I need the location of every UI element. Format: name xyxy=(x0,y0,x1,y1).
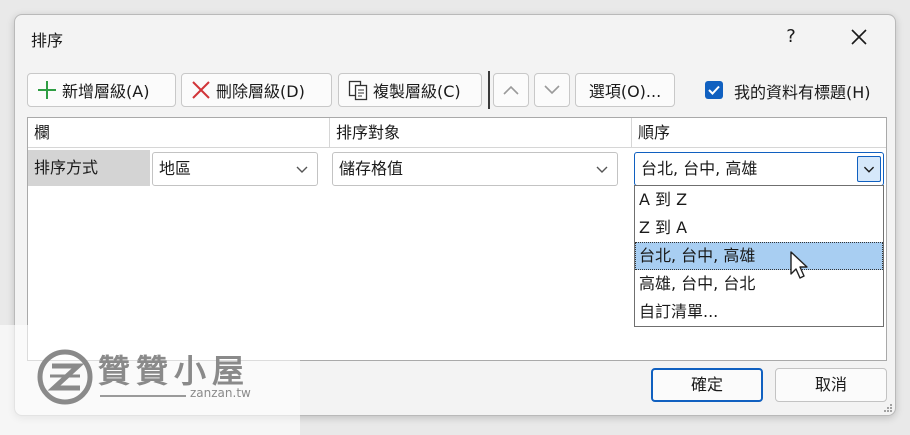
sort-on-select-value: 儲存格值 xyxy=(339,159,404,178)
options-label: 選項(O)... xyxy=(588,82,662,101)
checkmark-icon xyxy=(708,85,720,95)
title-bar: 排序 ? xyxy=(15,15,895,59)
order-select[interactable]: 台北, 台中, 高雄 xyxy=(634,152,884,186)
move-up-button[interactable] xyxy=(493,73,529,107)
copy-level-button[interactable]: 複製層級(C) xyxy=(338,73,482,107)
delete-level-button[interactable]: 刪除層級(D) xyxy=(181,73,332,107)
close-button[interactable] xyxy=(839,21,879,53)
order-option-custom-2[interactable]: 高雄, 台中, 台北 xyxy=(635,270,883,298)
order-option-custom-list[interactable]: 自訂清單... xyxy=(635,298,883,326)
toolbar-separator xyxy=(488,71,490,109)
chevron-down-icon xyxy=(544,85,560,95)
help-button[interactable]: ? xyxy=(771,21,811,53)
order-option-custom-1[interactable]: 台北, 台中, 高雄 xyxy=(635,242,883,270)
sort-on-header: 排序對象 xyxy=(330,118,632,148)
has-headers-checkbox[interactable] xyxy=(705,81,723,99)
copy-level-label: 複製層級(C) xyxy=(373,82,461,101)
order-header: 順序 xyxy=(632,118,886,148)
options-button[interactable]: 選項(O)... xyxy=(575,73,675,107)
watermark-url: zanzan.tw xyxy=(190,386,251,400)
plus-icon xyxy=(38,81,56,99)
delete-x-icon xyxy=(192,81,210,99)
ok-button[interactable]: 確定 xyxy=(651,368,763,402)
cancel-button[interactable]: 取消 xyxy=(775,368,887,402)
order-dropdown-list: A 到 Z Z 到 A 台北, 台中, 高雄 高雄, 台中, 台北 自訂清單..… xyxy=(634,185,884,327)
column-select-value: 地區 xyxy=(159,159,192,178)
column-header: 欄 xyxy=(28,118,330,148)
add-level-label: 新增層級(A) xyxy=(62,82,150,101)
sort-by-label: 排序方式 xyxy=(28,150,150,186)
dialog-title: 排序 xyxy=(31,31,64,50)
chevron-down-icon xyxy=(296,166,308,173)
close-icon xyxy=(851,29,867,45)
order-option-a-to-z[interactable]: A 到 Z xyxy=(635,186,883,214)
has-headers-label[interactable]: 我的資料有標題(H) xyxy=(734,79,871,103)
chevron-up-icon xyxy=(503,85,519,95)
sort-on-select[interactable]: 儲存格值 xyxy=(332,152,618,186)
watermark-underline xyxy=(100,395,186,397)
copy-icon xyxy=(348,80,368,101)
mouse-cursor-icon xyxy=(790,251,808,279)
chevron-down-icon[interactable] xyxy=(857,156,881,182)
move-down-button[interactable] xyxy=(534,73,570,107)
zanzan-logo-icon xyxy=(37,349,93,405)
add-level-button[interactable]: 新增層級(A) xyxy=(27,73,176,107)
order-option-z-to-a[interactable]: Z 到 A xyxy=(635,214,883,242)
column-select[interactable]: 地區 xyxy=(152,152,318,186)
watermark: 贊贊小屋 zanzan.tw xyxy=(0,325,300,435)
chevron-down-icon xyxy=(596,166,608,173)
delete-level-label: 刪除層級(D) xyxy=(216,82,305,101)
resize-grip-icon[interactable] xyxy=(883,403,893,413)
order-select-value: 台北, 台中, 高雄 xyxy=(641,159,758,178)
